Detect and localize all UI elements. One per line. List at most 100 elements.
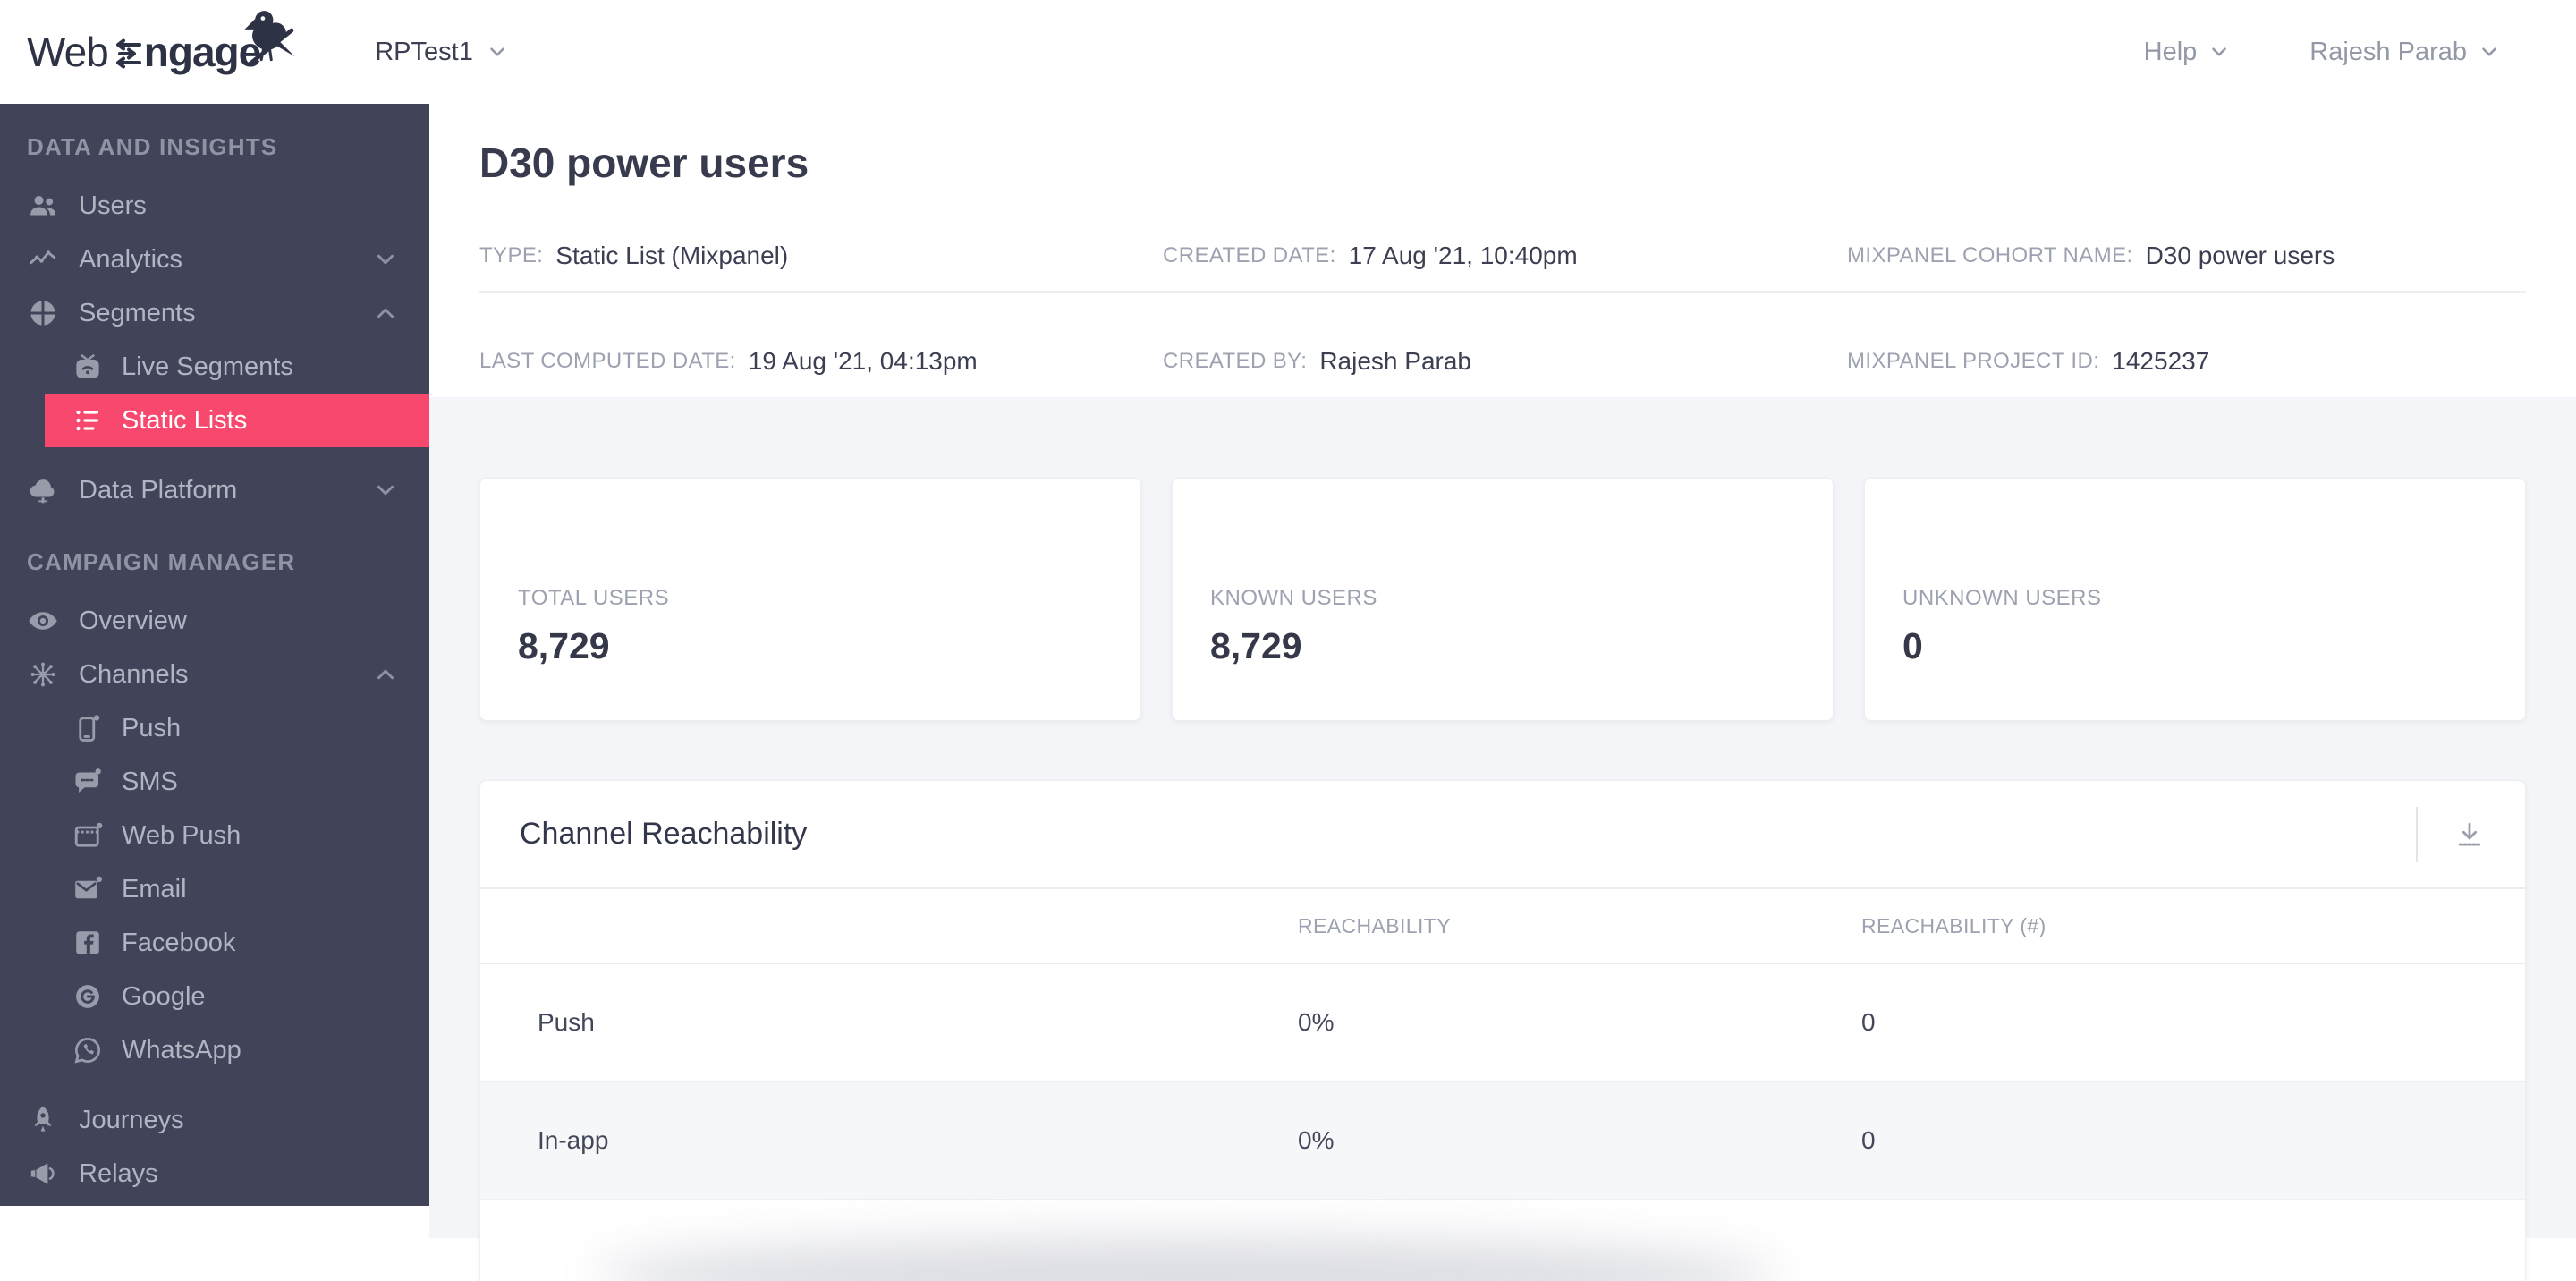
sidebar-item-analytics[interactable]: Analytics	[0, 233, 429, 286]
sidebar-item-facebook[interactable]: Facebook	[45, 916, 429, 970]
nav-label: Email	[122, 874, 187, 903]
column-reachability: REACHABILITY	[1298, 889, 1861, 964]
reachability-table: REACHABILITY REACHABILITY (#) Push 0% 0 …	[480, 889, 2525, 1257]
stat-value: 0	[1902, 625, 1923, 666]
panel-title: Channel Reachability	[520, 817, 808, 851]
reachability-count: 0	[1861, 1082, 2525, 1200]
chevron-up-icon	[377, 669, 394, 680]
nav-label: Web Push	[122, 820, 242, 850]
nav-label: Push	[122, 713, 182, 742]
nav-label: Overview	[79, 606, 187, 635]
logo-bird-icon	[244, 11, 295, 66]
facebook-icon	[72, 927, 104, 959]
sidebar-item-journeys[interactable]: Journeys	[0, 1093, 429, 1147]
channel-name: Push	[480, 963, 1298, 1082]
chevron-down-icon	[2212, 47, 2227, 56]
stat-label: TOTAL USERS	[518, 586, 670, 610]
whatsapp-icon	[72, 1034, 104, 1066]
nav-label: Live Segments	[122, 352, 293, 381]
chevron-up-icon	[377, 308, 394, 318]
created-date-value: 17 Aug '21, 10:40pm	[1348, 241, 1578, 269]
table-row-push: Push 0% 0	[480, 963, 2525, 1082]
sidebar-item-users[interactable]: Users	[0, 179, 429, 233]
email-channel-icon	[72, 873, 104, 905]
total-users-card: TOTAL USERS 8,729	[479, 478, 1141, 721]
created-by-label: CREATED BY:	[1163, 348, 1308, 373]
created-date-label: CREATED DATE:	[1163, 242, 1336, 267]
sidebar-item-email[interactable]: Email	[45, 862, 429, 916]
logo-web-text: Web	[27, 29, 109, 75]
channels-hub-icon	[27, 658, 59, 691]
nav-label: Facebook	[122, 928, 236, 957]
last-computed-value: 19 Aug '21, 04:13pm	[748, 346, 978, 375]
nav-label: SMS	[122, 767, 178, 796]
project-switcher[interactable]: RPTest1	[375, 38, 509, 67]
chevron-down-icon	[490, 47, 504, 56]
unknown-users-card: UNKNOWN USERS 0	[1864, 478, 2526, 721]
reachability-count: 0	[1861, 963, 2525, 1082]
main-content: D30 power users TYPE: Static List (Mixpa…	[429, 104, 2576, 1281]
users-icon	[27, 190, 59, 222]
nav-label: Users	[79, 191, 147, 220]
table-row-in-app: In-app 0% 0	[480, 1082, 2525, 1200]
google-icon	[72, 980, 104, 1013]
webengage-logo[interactable]: Web ngage	[27, 0, 295, 104]
stat-label: KNOWN USERS	[1210, 586, 1377, 610]
sidebar-item-live-segments[interactable]: Live Segments	[45, 340, 429, 394]
stat-value: 8,729	[1210, 625, 1302, 666]
web-push-channel-icon	[72, 819, 104, 852]
megaphone-icon	[27, 1158, 59, 1190]
user-name: Rajesh Parab	[2309, 37, 2467, 66]
help-menu[interactable]: Help	[2144, 38, 2232, 67]
download-button[interactable]	[2441, 806, 2498, 863]
user-menu[interactable]: Rajesh Parab	[2309, 38, 2501, 67]
sidebar-item-static-lists[interactable]: Static Lists	[45, 394, 429, 447]
stat-value: 8,729	[518, 625, 610, 666]
sidebar-item-sms[interactable]: SMS	[45, 755, 429, 809]
nav-label: WhatsApp	[122, 1035, 242, 1065]
nav-label: Google	[122, 981, 206, 1011]
nav-label: Data Platform	[79, 475, 238, 505]
nav-label: Relays	[79, 1158, 158, 1188]
known-users-card: KNOWN USERS 8,729	[1172, 478, 1834, 721]
mixpanel-project-id-label: MIXPANEL PROJECT ID:	[1847, 348, 2100, 373]
sidebar-item-data-platform[interactable]: Data Platform	[0, 463, 429, 517]
channel-name: In-app	[480, 1082, 1298, 1200]
chevron-down-icon	[2482, 47, 2496, 56]
toolbar-divider	[2416, 806, 2418, 862]
channel-reachability-panel: Channel Reachability REACHABILITY REACHA…	[479, 780, 2526, 1281]
sidebar-item-whatsapp[interactable]: WhatsApp	[45, 1023, 429, 1077]
mixpanel-cohort-value: D30 power users	[2145, 241, 2335, 269]
analytics-icon	[27, 243, 59, 276]
push-channel-icon	[72, 712, 104, 744]
created-by-value: Rajesh Parab	[1319, 346, 1471, 375]
sidebar-item-google[interactable]: Google	[45, 970, 429, 1023]
reachability-pct: 0%	[1298, 963, 1861, 1082]
sidebar-item-web-push[interactable]: Web Push	[45, 809, 429, 862]
data-platform-icon	[27, 474, 59, 506]
sidebar-item-segments[interactable]: Segments	[0, 286, 429, 340]
sidebar-item-channels[interactable]: Channels	[0, 648, 429, 701]
nav-label: Analytics	[79, 244, 183, 274]
chevron-down-icon	[377, 254, 394, 265]
stat-label: UNKNOWN USERS	[1902, 586, 2102, 610]
mixpanel-project-id-value: 1425237	[2112, 346, 2210, 375]
last-computed-label: LAST COMPUTED DATE:	[479, 348, 736, 373]
download-icon	[2458, 822, 2481, 846]
segments-icon	[27, 297, 59, 329]
live-segments-icon	[72, 351, 104, 383]
sidebar-item-overview[interactable]: Overview	[0, 594, 429, 648]
type-label: TYPE:	[479, 242, 544, 267]
project-name: RPTest1	[375, 37, 473, 66]
sidebar-item-relays[interactable]: Relays	[0, 1147, 429, 1200]
section-title-campaign-manager: CAMPAIGN MANAGER	[27, 548, 296, 575]
sms-channel-icon	[72, 766, 104, 798]
section-title-data-insights: DATA AND INSIGHTS	[27, 133, 278, 160]
topbar: Web ngage RPTest1 Help Rajesh Parab	[0, 0, 2576, 104]
column-reachability-count: REACHABILITY (#)	[1861, 889, 2525, 964]
static-lists-icon	[72, 404, 104, 437]
rocket-icon	[27, 1104, 59, 1136]
nav-label: Segments	[79, 298, 196, 327]
nav-label: Channels	[79, 659, 189, 689]
sidebar-item-push[interactable]: Push	[45, 701, 429, 755]
